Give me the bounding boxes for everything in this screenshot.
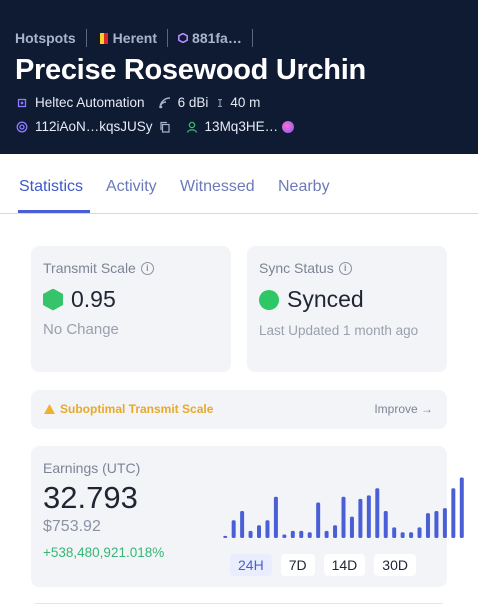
transmit-scale-change: No Change: [43, 321, 119, 338]
range-24h-button[interactable]: 24H: [230, 554, 272, 576]
chip-icon: [17, 98, 27, 107]
avatar-icon: [282, 120, 295, 133]
range-7d-button[interactable]: 7D: [280, 554, 315, 576]
status-dot-icon: [259, 289, 279, 310]
at-icon: [16, 121, 28, 132]
earnings-bar-chart: [223, 477, 464, 538]
earnings-bar: [434, 510, 439, 538]
range-selector: 24H 7D 14D 30D: [221, 554, 416, 576]
copy-icon[interactable]: [159, 121, 171, 133]
sync-status-title: Sync Status: [259, 260, 334, 276]
tab-bar: Statistics Activity Witnessed Nearby: [0, 154, 478, 214]
tab-activity[interactable]: Activity: [106, 178, 157, 196]
sync-last-updated: Last Updated 1 month ago: [259, 323, 419, 338]
hotspot-accounts: 112iAoN…kqsJUSy 13Mq3HE…: [16, 119, 295, 134]
earnings-bar: [299, 530, 304, 538]
earnings-bar: [316, 502, 321, 538]
earnings-bar: [240, 510, 245, 538]
earnings-bar: [223, 535, 228, 538]
earnings-card: Earnings (UTC) 32.793 $753.92 +538,480,9…: [31, 446, 464, 587]
earnings-bar: [409, 532, 414, 538]
maker-name: Heltec Automation: [35, 95, 145, 110]
earnings-bar: [366, 495, 371, 538]
section-divider: [35, 603, 443, 604]
earnings-bar: [442, 508, 447, 538]
sync-status-value-row: Synced: [259, 286, 364, 313]
earnings-bar: [257, 525, 262, 538]
earnings-bar: [417, 527, 422, 538]
sync-status-value: Synced: [287, 286, 364, 312]
earnings-bar: [248, 530, 253, 538]
earnings-bar: [400, 532, 405, 538]
sync-status-card: Sync Status i Synced Last Updated 1 mont…: [247, 246, 447, 372]
earnings-bar: [231, 520, 236, 538]
belgium-flag-icon: [96, 32, 108, 44]
warning-icon: [44, 404, 55, 414]
owner-address[interactable]: 13Mq3HE…: [205, 119, 279, 134]
earnings-bar: [265, 520, 270, 538]
earnings-usd: $753.92: [43, 518, 101, 535]
transmit-scale-value: 0.95: [71, 286, 116, 312]
hexagon-icon: [178, 33, 189, 43]
earnings-bar: [358, 498, 363, 538]
tab-statistics[interactable]: Statistics: [19, 178, 83, 196]
sync-status-label: Sync Status i: [259, 260, 352, 276]
earnings-bar: [333, 525, 338, 538]
breadcrumb-hex[interactable]: 881fa…: [192, 30, 242, 46]
earnings-bar: [425, 513, 430, 538]
hotspot-name: Precise Rosewood Urchin: [15, 54, 366, 86]
range-14d-button[interactable]: 14D: [323, 554, 366, 576]
info-icon[interactable]: i: [338, 261, 352, 275]
improve-link[interactable]: Improve →: [374, 402, 433, 416]
hotspot-address: 112iAoN…kqsJUSy: [35, 119, 153, 134]
transmit-scale-label: Transmit Scale i: [43, 260, 154, 276]
transmit-scale-card: Transmit Scale i 0.95 No Change: [31, 246, 231, 372]
warning-message: Suboptimal Transmit Scale: [44, 402, 213, 416]
earnings-bar: [324, 530, 329, 538]
earnings-bar: [341, 496, 346, 538]
tab-witnessed[interactable]: Witnessed: [180, 178, 255, 196]
info-icon[interactable]: i: [140, 261, 154, 275]
earnings-bar: [451, 488, 456, 538]
earnings-value: 32.793: [43, 480, 138, 515]
earnings-bar: [349, 516, 354, 538]
hexagon-status-icon: [43, 288, 63, 311]
earnings-bar: [282, 534, 287, 538]
elevation: 40 m: [230, 95, 261, 110]
earnings-bar: [459, 477, 464, 538]
breadcrumb: Hotspots Herent 881fa…: [15, 28, 263, 48]
range-30d-button[interactable]: 30D: [374, 554, 416, 576]
person-icon: [186, 121, 197, 133]
tab-nearby[interactable]: Nearby: [278, 178, 330, 196]
breadcrumb-divider: [251, 29, 253, 47]
breadcrumb-location[interactable]: Herent: [113, 30, 157, 46]
active-tab-indicator: [18, 210, 90, 213]
transmit-warning-banner[interactable]: Suboptimal Transmit Scale Improve →: [31, 390, 447, 429]
hotspot-header: Hotspots Herent 881fa… Precise Rosewood …: [0, 0, 478, 154]
signal-icon: [158, 96, 170, 108]
hotspot-details: Heltec Automation 6 dBi 40 m: [16, 95, 260, 110]
breadcrumb-divider: [167, 29, 169, 47]
earnings-change: +538,480,921.018%: [43, 545, 165, 560]
earnings-bar: [392, 527, 397, 538]
earnings-bar: [290, 530, 295, 538]
transmit-scale-value-row: 0.95: [43, 286, 116, 313]
earnings-bar: [375, 488, 380, 538]
transmit-scale-title: Transmit Scale: [43, 260, 136, 276]
earnings-label: Earnings (UTC): [43, 460, 141, 476]
earnings-bar: [273, 496, 278, 538]
warning-text: Suboptimal Transmit Scale: [60, 402, 214, 416]
breadcrumb-hotspots[interactable]: Hotspots: [15, 30, 76, 46]
elevation-icon: [218, 98, 223, 107]
breadcrumb-divider: [85, 29, 87, 47]
antenna-gain: 6 dBi: [177, 95, 209, 110]
earnings-bar: [383, 510, 388, 538]
earnings-bar: [307, 532, 312, 538]
